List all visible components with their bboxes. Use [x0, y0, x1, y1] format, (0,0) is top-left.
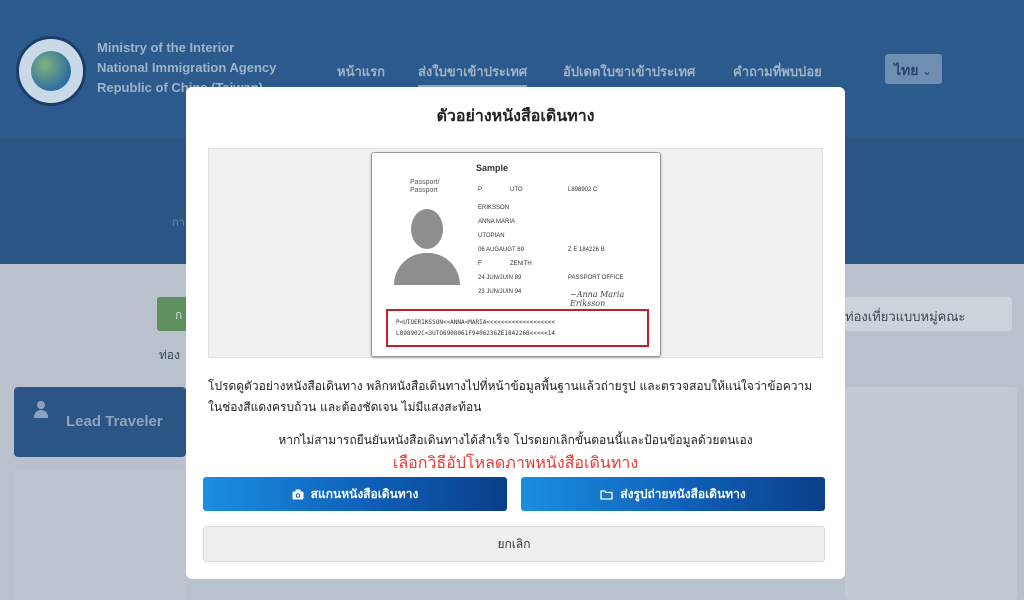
group-travel-tab-label: ท่องเที่ยวแบบหมู่คณะ	[845, 310, 966, 325]
lead-traveler-label: Lead Traveler	[66, 413, 163, 430]
passport-dob: 06 AUGAUGT 69	[478, 247, 524, 253]
chevron-down-icon: ⌄	[922, 65, 932, 78]
passport-signature: ~Anna Maria Eriksson	[570, 290, 625, 308]
instruction-line-1: โปรดดูตัวอย่างหนังสือเดินทาง พลิกหนังสือ…	[208, 379, 813, 393]
cancel-button[interactable]: ยกเลิก	[203, 526, 825, 562]
passport-sample-image: Sample Passport/ Passport P UTO L898902 …	[371, 152, 661, 357]
agency-line-1: Ministry of the Interior	[97, 40, 235, 55]
section-text: ท่อง	[159, 348, 180, 362]
passport-surname: ERIKSSON	[478, 205, 510, 211]
left-panel	[14, 470, 186, 600]
upload-passport-photo-label: ส่งรูปถ่ายหนังสือเดินทาง	[620, 486, 746, 501]
upload-method-heading: เลือกวิธีอัปโหลดภาพหนังสือเดินทาง	[392, 453, 639, 472]
lead-traveler-card[interactable]: Lead Traveler	[14, 387, 186, 457]
passport-number: L898902 C	[568, 187, 598, 193]
modal-title: ตัวอย่างหนังสือเดินทาง	[436, 106, 595, 125]
passport-nationality: UTOPIAN	[478, 233, 505, 239]
passport-sample-label: Sample	[476, 163, 509, 173]
folder-icon	[600, 489, 613, 500]
individual-tab-label: ก	[175, 308, 183, 322]
side-panel	[845, 387, 1017, 600]
nav-update-arrival-card[interactable]: อัปเดตใบขาเข้าประเทศ	[563, 61, 695, 82]
passport-type: P	[478, 187, 483, 193]
nav-home[interactable]: หน้าแรก	[337, 61, 385, 82]
language-label: ไทย	[894, 63, 919, 79]
upload-passport-photo-button[interactable]: ส่งรูปถ่ายหนังสือเดินทาง	[521, 477, 825, 511]
agency-line-2: National Immigration Agency	[97, 60, 277, 75]
instruction-text: โปรดดูตัวอย่างหนังสือเดินทาง พลิกหนังสือ…	[208, 376, 828, 418]
group-travel-tab[interactable]: ท่องเที่ยวแบบหมู่คณะ	[845, 297, 1012, 331]
person-icon	[34, 401, 48, 419]
mrz-line-2: L898902C<3UTO6908061F9406236ZE184226B<<<…	[396, 330, 555, 337]
agency-logo[interactable]	[16, 36, 86, 106]
nav-faq[interactable]: คำถามที่พบบ่อย	[733, 61, 822, 82]
individual-tab[interactable]: ก	[157, 297, 187, 331]
globe-icon	[31, 51, 71, 91]
passport-photo-placeholder	[394, 209, 460, 285]
cancel-button-label: ยกเลิก	[497, 536, 531, 551]
nav-submit-arrival-card[interactable]: ส่งใบขาเข้าประเทศ	[418, 61, 528, 87]
mrz-line-1: P<UTOERIKSSON<<ANNA<MARIA<<<<<<<<<<<<<<<…	[396, 319, 555, 326]
passport-sample-frame: Sample Passport/ Passport P UTO L898902 …	[208, 148, 823, 358]
scan-passport-button[interactable]: สแกนหนังสือเดินทาง	[203, 477, 507, 511]
passport-personal-no: Z E 184226 B	[568, 247, 605, 253]
camera-icon	[292, 489, 304, 499]
fallback-text: หากไม่สามารถยืนยันหนังสือเดินทางได้สำเร็…	[278, 433, 753, 447]
mrz-highlight-box: P<UTOERIKSSON<<ANNA<MARIA<<<<<<<<<<<<<<<…	[386, 309, 649, 347]
instruction-line-2: ในช่องสีแดงครบถ้วน และต้องชัดเจน ไม่มีแส…	[208, 400, 482, 414]
passport-place-of-birth: ZENITH	[510, 261, 532, 267]
passport-given-names: ANNA MARIA	[478, 219, 516, 225]
passport-type-label: Passport/ Passport	[410, 179, 440, 194]
passport-date-of-issue: 24 JUN/JUIN 89	[478, 275, 522, 281]
scan-passport-label: สแกนหนังสือเดินทาง	[310, 486, 419, 501]
language-select[interactable]: ไทย ⌄	[885, 54, 942, 84]
passport-date-of-expiry: 23 JUN/JUIN 94	[478, 289, 522, 295]
hero-text: กา	[172, 216, 185, 229]
passport-sample-modal: ตัวอย่างหนังสือเดินทาง Sample Passport/ …	[186, 87, 845, 579]
passport-sex: F	[478, 261, 482, 267]
passport-authority: PASSPORT OFFICE	[568, 275, 624, 281]
passport-country-code: UTO	[510, 187, 523, 193]
